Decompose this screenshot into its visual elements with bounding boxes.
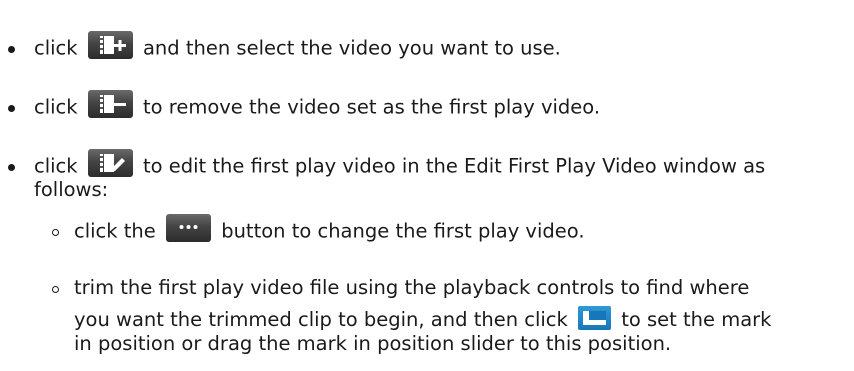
bullet-dot [8,164,15,171]
remove-video-button[interactable] [87,90,133,118]
instruction-item-add: click and then select the video you want… [34,31,561,63]
instruction-text: follows: [34,178,109,201]
help-page: click and then select the video you want… [0,0,854,371]
instruction-text: in position or drag the mark in position… [74,332,672,355]
instruction-text: click the [74,219,156,243]
add-video-button[interactable] [87,31,133,59]
instruction-text: button to change the first play video. [221,219,585,243]
mark-in-button[interactable] [578,305,612,330]
instruction-item-edit: click to edit the first play video in th… [34,149,766,181]
instruction-text: to remove the video set as the first pla… [142,95,601,119]
click-text: click [34,154,78,178]
click-text: click [34,95,78,119]
bullet-dot [8,105,15,112]
instruction-text: trim the first play video file using the… [74,276,750,299]
sub-instruction-trim-line3: in position or drag the mark in position… [74,331,671,357]
bullet-dot [8,46,15,53]
sub-instruction-trim: trim the first play video file using the… [74,275,749,301]
instruction-item-edit-continued: follows: [34,177,108,203]
sub-bullet-ring [52,229,59,236]
click-text: click [34,36,78,60]
edit-video-button[interactable] [87,149,133,177]
edit-video-icon [99,154,125,172]
instruction-text: to set the mark [621,308,772,331]
sub-instruction-trim-line2: you want the trimmed clip to begin, and … [74,305,772,333]
instruction-text: and then select the video you want to us… [142,36,561,60]
sub-bullet-ring [52,286,59,293]
mark-in-icon [583,310,607,325]
sub-instruction-browse: click the button to change the first pla… [74,214,585,246]
add-video-icon [99,36,126,54]
instruction-text: to edit the first play video in the Edit… [142,154,766,178]
browse-ellipsis-icon [179,225,198,229]
instruction-text: you want the trimmed clip to begin, and … [74,308,568,331]
instruction-item-remove: click to remove the video set as the fir… [34,90,601,122]
remove-video-icon [99,95,126,113]
browse-button[interactable] [165,214,211,242]
